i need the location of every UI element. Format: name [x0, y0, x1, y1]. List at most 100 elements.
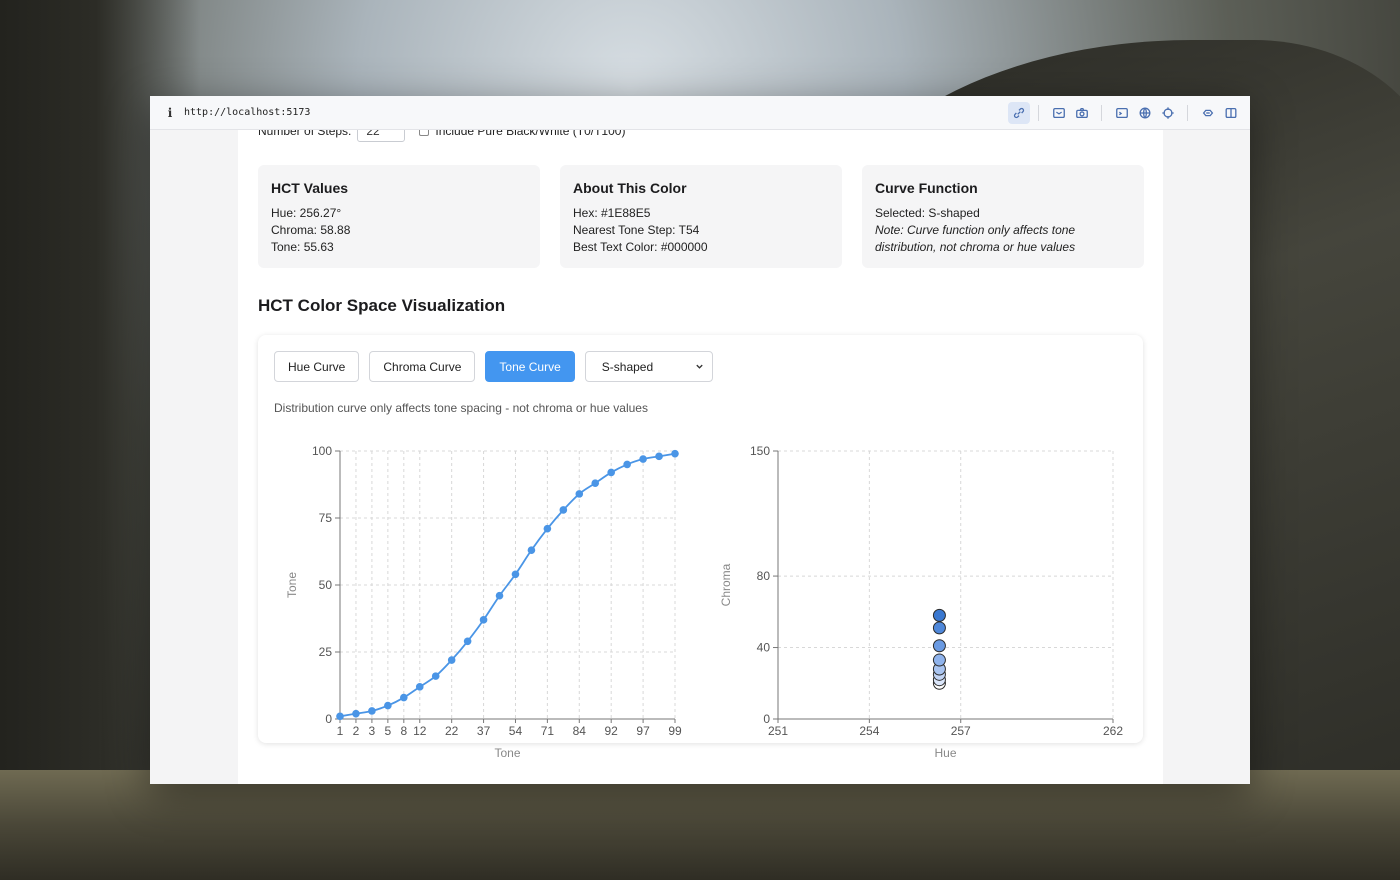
- tone-point: [575, 490, 584, 498]
- card-title: Curve Function: [875, 180, 978, 196]
- tone-point: [431, 672, 440, 680]
- steps-label: Number of Steps:: [258, 130, 352, 138]
- tone-point: [591, 479, 600, 487]
- camera-icon[interactable]: [1071, 102, 1093, 124]
- tone-point: [527, 546, 536, 554]
- tone-point: [559, 506, 568, 514]
- hue-curve-button[interactable]: Hue Curve: [274, 351, 360, 382]
- tone-point: [655, 452, 663, 461]
- hue-value: Hue: 256.27°: [271, 206, 342, 220]
- x-tick-label: 251: [768, 724, 788, 738]
- y-tick-label: 80: [757, 569, 771, 583]
- extensions-icon[interactable]: [1197, 102, 1219, 124]
- chroma-curve-button[interactable]: Chroma Curve: [369, 351, 476, 382]
- ground-backdrop: [0, 770, 1400, 880]
- nearest-tone-step: Nearest Tone Step: T54: [573, 223, 700, 237]
- x-tick-label: 5: [385, 724, 392, 738]
- visualization-panel: Hue Curve Chroma Curve Tone Curve S-shap…: [258, 335, 1143, 760]
- x-axis-label: Tone: [494, 746, 520, 760]
- y-tick-label: 150: [750, 444, 770, 458]
- info-icon[interactable]: i: [162, 106, 178, 120]
- chroma-point: [932, 639, 946, 653]
- selected-curve: Selected: S-shaped: [875, 206, 980, 220]
- hue-chroma-chart: 04080150251 254 257 262HueChroma: [719, 444, 1123, 760]
- tone-point: [415, 683, 424, 691]
- x-tick-label: 37: [477, 724, 491, 738]
- x-axis-label: Hue: [934, 746, 956, 760]
- tone-curve-chart: 02550751001 2 3 5 8 12 22 37 54 71 84 92 97 99ToneTon…: [285, 444, 682, 760]
- x-tick-label: 3: [369, 724, 376, 738]
- tone-point: [623, 460, 631, 469]
- y-tick-label: 25: [319, 645, 333, 659]
- tone-point: [447, 656, 456, 664]
- include-bw-checkbox[interactable]: [419, 130, 430, 136]
- curve-note: Note: Curve function only affects tone d…: [875, 223, 1076, 254]
- x-tick-label: 2: [353, 724, 360, 738]
- chroma-point: [932, 653, 946, 667]
- tone-value: Tone: 55.63: [271, 240, 334, 254]
- x-tick-label: 257: [951, 724, 971, 738]
- x-tick-label: 262: [1103, 724, 1123, 738]
- curve-function-card: Curve Function Selected: S-shaped Note: …: [862, 165, 1144, 268]
- toolbar-divider: [1038, 105, 1039, 121]
- terminal-icon[interactable]: [1111, 102, 1133, 124]
- steps-input[interactable]: 22: [357, 130, 406, 142]
- address-bar: i http://localhost:5173: [150, 96, 1250, 130]
- chroma-point: [932, 608, 946, 622]
- toolbar-divider: [1101, 105, 1102, 121]
- tone-point: [463, 637, 472, 646]
- x-tick-label: 8: [400, 724, 407, 738]
- browser-window: i http://localhost:5173 Number of Steps:…: [150, 96, 1250, 784]
- tone-point: [479, 616, 488, 624]
- tone-point: [543, 524, 552, 533]
- curve-tabs: Hue Curve Chroma Curve Tone Curve S-shap…: [274, 351, 713, 382]
- tone-point: [352, 709, 360, 718]
- y-tick-label: 50: [319, 578, 333, 592]
- url-text[interactable]: http://localhost:5173: [184, 107, 310, 118]
- x-tick-label: 97: [636, 724, 650, 738]
- toolbar: [1007, 102, 1242, 124]
- section-title: HCT Color Space Visualization: [258, 296, 506, 315]
- x-tick-label: 254: [859, 724, 879, 738]
- x-tick-label: 99: [668, 724, 682, 738]
- tone-point: [400, 693, 408, 702]
- y-tick-label: 0: [325, 712, 332, 726]
- chroma-value: Chroma: 58.88: [271, 223, 351, 237]
- tone-point: [495, 591, 504, 600]
- x-tick-label: 54: [509, 724, 523, 738]
- tone-point: [511, 570, 520, 579]
- include-bw-label: Include Pure Black/White (T0/T100): [435, 130, 626, 138]
- tone-point: [671, 449, 679, 458]
- y-tick-label: 100: [312, 444, 332, 458]
- y-axis-label: Tone: [285, 572, 299, 598]
- steps-controls: Number of Steps: 22 Include Pure Black/W…: [258, 130, 625, 142]
- y-tick-label: 40: [757, 641, 771, 655]
- card-title: About This Color: [573, 180, 687, 196]
- about-color-card: About This Color Hex: #1E88E5 Nearest To…: [560, 165, 842, 268]
- tone-point: [639, 455, 647, 463]
- curve-hint: Distribution curve only affects tone spa…: [274, 401, 648, 415]
- split-view-icon[interactable]: [1220, 102, 1242, 124]
- screenshot-icon[interactable]: [1048, 102, 1070, 124]
- hex-value: Hex: #1E88E5: [573, 206, 651, 220]
- link-icon[interactable]: [1008, 102, 1030, 124]
- info-cards: HCT Values Hue: 256.27° Chroma: 58.88 To…: [258, 165, 1144, 268]
- tone-point: [368, 707, 376, 715]
- tone-point: [336, 712, 344, 721]
- x-tick-label: 92: [605, 724, 619, 738]
- y-axis-label: Chroma: [719, 563, 733, 606]
- tone-curve-button[interactable]: Tone Curve: [485, 351, 575, 382]
- toolbar-divider: [1187, 105, 1188, 121]
- chevron-down-icon: [696, 364, 703, 369]
- tone-point: [607, 468, 615, 477]
- x-tick-label: 12: [413, 724, 427, 738]
- curve-function-select[interactable]: S-shaped: [584, 351, 713, 382]
- chroma-point: [932, 621, 946, 635]
- crosshair-icon[interactable]: [1157, 102, 1179, 124]
- x-tick-label: 1: [337, 724, 344, 738]
- card-title: HCT Values: [271, 180, 349, 196]
- globe-icon[interactable]: [1134, 102, 1156, 124]
- x-tick-label: 22: [445, 724, 459, 738]
- page-content: Number of Steps: 22 Include Pure Black/W…: [238, 130, 1163, 784]
- x-tick-label: 71: [541, 724, 555, 738]
